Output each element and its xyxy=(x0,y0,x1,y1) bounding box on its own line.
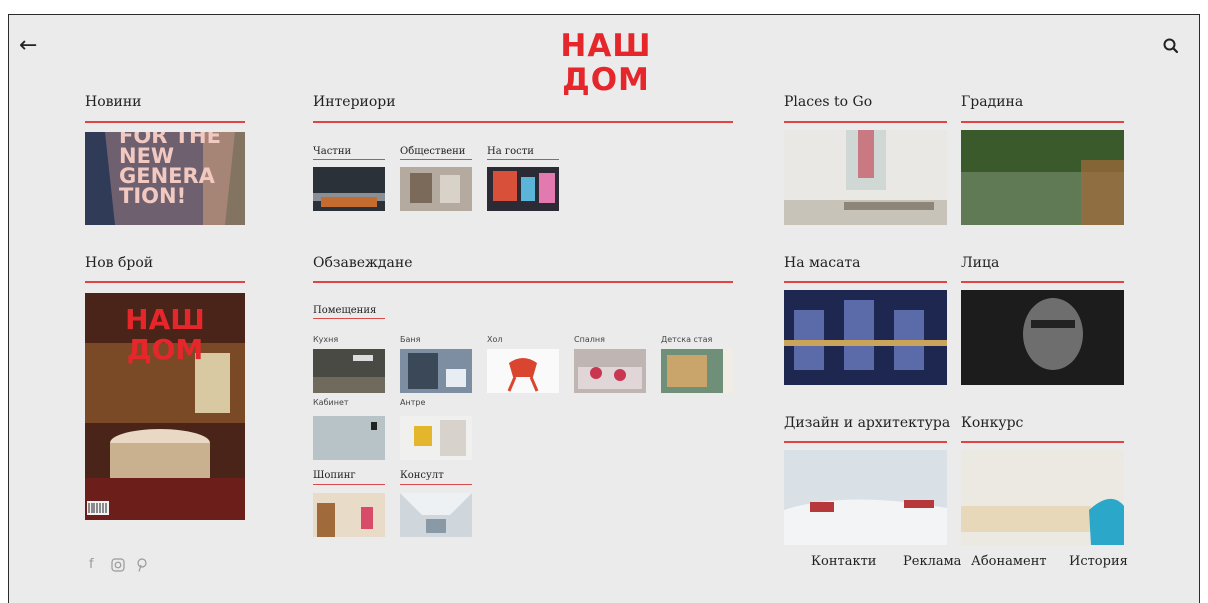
interiors-guests-label[interactable]: На гости xyxy=(487,146,534,158)
shopping-underline xyxy=(313,484,385,485)
rooms-underline xyxy=(313,318,385,319)
room-kids-label[interactable]: Детска стая xyxy=(661,335,712,345)
interiors-underline xyxy=(313,121,733,123)
consult-label[interactable]: Консулт xyxy=(400,470,444,482)
footer-advertising-link[interactable]: Реклама xyxy=(903,554,961,570)
interiors-private-underline xyxy=(313,159,385,160)
interiors-public-image[interactable] xyxy=(400,167,472,211)
contest-title[interactable]: Конкурс xyxy=(961,414,1023,432)
footer-history-link[interactable]: История xyxy=(1069,554,1128,570)
search-icon[interactable] xyxy=(1162,37,1180,55)
rooms-label[interactable]: Помещения xyxy=(313,305,376,317)
room-bedroom-image[interactable] xyxy=(574,349,646,393)
room-bath-label[interactable]: Баня xyxy=(400,335,420,345)
news-title[interactable]: Новини xyxy=(85,93,142,111)
issue-title[interactable]: Нов брой xyxy=(85,254,153,272)
contest-underline xyxy=(961,441,1124,443)
news-cover-line-4: TION! xyxy=(119,184,187,208)
room-living-image[interactable] xyxy=(487,349,559,393)
design-title[interactable]: Дизайн и архитектура xyxy=(784,414,950,432)
interiors-guests-image[interactable] xyxy=(487,167,559,211)
room-entry-label[interactable]: Антре xyxy=(400,398,425,408)
table-underline xyxy=(784,281,947,283)
table-image[interactable] xyxy=(784,290,947,385)
design-image[interactable] xyxy=(784,450,947,545)
back-arrow-icon[interactable]: ← xyxy=(19,35,37,57)
places-image[interactable] xyxy=(784,130,947,225)
consult-underline xyxy=(400,484,472,485)
faces-underline xyxy=(961,281,1124,283)
footer-subscription-link[interactable]: Абонамент xyxy=(971,554,1047,570)
instagram-icon[interactable] xyxy=(111,558,125,572)
shopping-label[interactable]: Шопинг xyxy=(313,470,356,482)
interiors-guests-underline xyxy=(487,159,559,160)
interiors-public-label[interactable]: Обществени xyxy=(400,146,465,158)
consult-image[interactable] xyxy=(400,493,472,537)
news-underline xyxy=(85,121,245,123)
interiors-private-label[interactable]: Частни xyxy=(313,146,351,158)
issue-cover-logo: НАШ ДОМ xyxy=(125,303,205,366)
design-underline xyxy=(784,441,947,443)
room-kids-image[interactable] xyxy=(661,349,733,393)
furnishing-underline xyxy=(313,281,733,283)
interiors-private-image[interactable] xyxy=(313,167,385,211)
news-cover-line-3: GENERA xyxy=(119,164,215,188)
room-kitchen-label[interactable]: Кухня xyxy=(313,335,338,345)
room-living-label[interactable]: Хол xyxy=(487,335,503,345)
shopping-image[interactable] xyxy=(313,493,385,537)
issue-underline xyxy=(85,281,245,283)
places-underline xyxy=(784,121,947,123)
issue-cover-image[interactable]: НАШ ДОМ xyxy=(85,293,245,520)
furnishing-title[interactable]: Обзавеждане xyxy=(313,254,413,272)
pinterest-icon[interactable] xyxy=(136,558,148,572)
garden-image[interactable] xyxy=(961,130,1124,225)
room-office-image[interactable] xyxy=(313,416,385,460)
page-frame: ← НАШ ДОМ Новини FOR THE NEW GENERA TION… xyxy=(8,14,1200,603)
faces-image[interactable] xyxy=(961,290,1124,385)
garden-title[interactable]: Градина xyxy=(961,93,1023,111)
room-bedroom-label[interactable]: Спалня xyxy=(574,335,605,345)
table-title[interactable]: На масата xyxy=(784,254,861,272)
room-entry-image[interactable] xyxy=(400,416,472,460)
room-bath-image[interactable] xyxy=(400,349,472,393)
news-cover-line-2: NEW xyxy=(119,144,175,168)
site-logo[interactable]: НАШ ДОМ xyxy=(521,29,691,97)
places-title[interactable]: Places to Go xyxy=(784,93,872,111)
interiors-title[interactable]: Интериори xyxy=(313,93,396,111)
contest-image[interactable] xyxy=(961,450,1124,545)
room-kitchen-image[interactable] xyxy=(313,349,385,393)
news-cover-image[interactable]: FOR THE NEW GENERA TION! xyxy=(85,132,245,225)
faces-title[interactable]: Лица xyxy=(961,254,999,272)
garden-underline xyxy=(961,121,1124,123)
facebook-icon[interactable]: f xyxy=(89,558,94,572)
interiors-public-underline xyxy=(400,159,472,160)
footer-contacts-link[interactable]: Контакти xyxy=(811,554,876,570)
room-office-label[interactable]: Кабинет xyxy=(313,398,349,408)
